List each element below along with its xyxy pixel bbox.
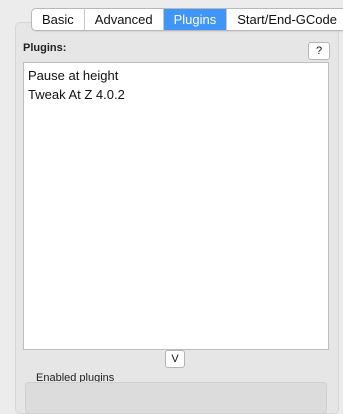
plugins-label: Plugins: — [23, 42, 67, 54]
enable-plugin-button[interactable]: V — [165, 350, 185, 368]
plugin-item-pause-at-height[interactable]: Pause at height — [24, 63, 328, 85]
plugins-list[interactable]: Pause at height Tweak At Z 4.0.2 — [23, 62, 329, 350]
tab-bar: Basic Advanced Plugins Start/End-GCode — [31, 8, 343, 31]
plugin-item-tweak-at-z[interactable]: Tweak At Z 4.0.2 — [24, 85, 328, 104]
enabled-plugins-list[interactable] — [25, 382, 327, 414]
tab-advanced[interactable]: Advanced — [85, 9, 164, 30]
tab-basic[interactable]: Basic — [32, 9, 85, 30]
tab-plugins[interactable]: Plugins — [163, 9, 228, 30]
tab-start-end-gcode[interactable]: Start/End-GCode — [227, 9, 343, 30]
help-button[interactable]: ? — [308, 42, 330, 60]
